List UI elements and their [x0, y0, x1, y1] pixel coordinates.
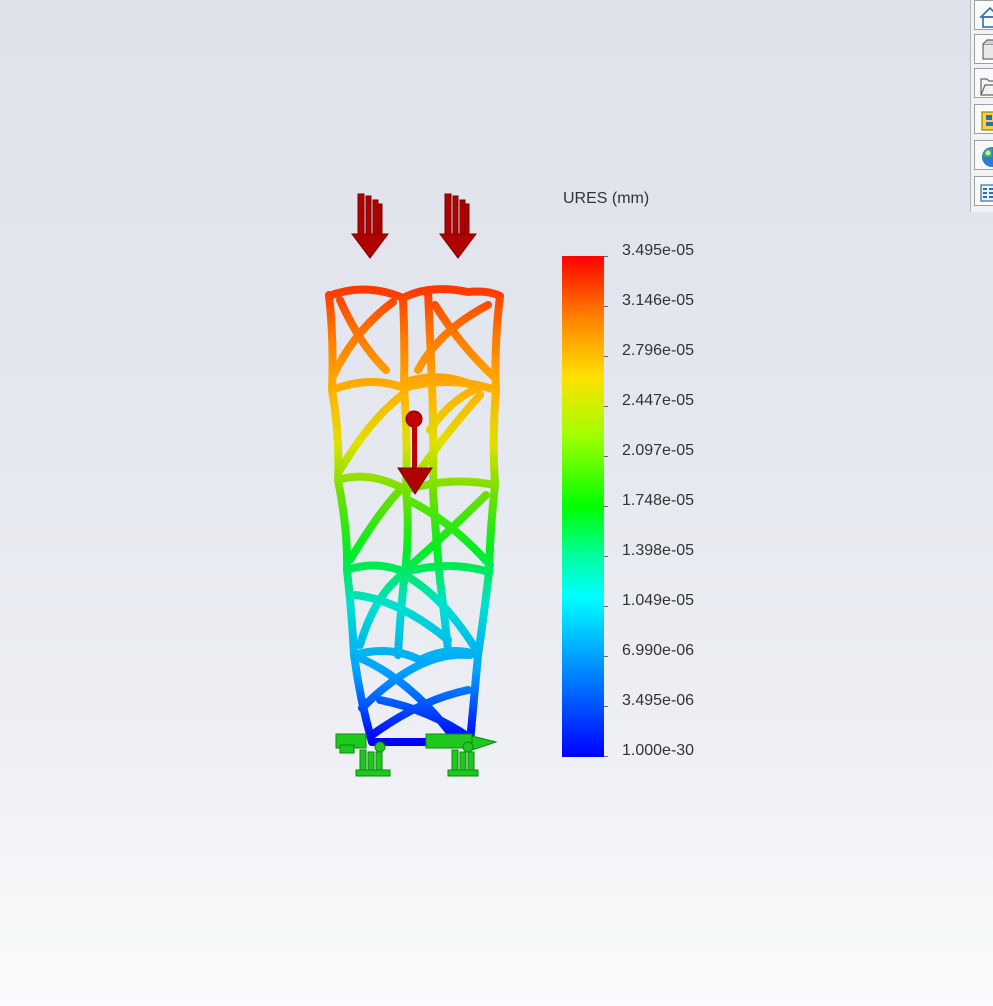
legend-tick	[604, 456, 608, 457]
legend-tick	[604, 306, 608, 307]
3d-parts-icon[interactable]	[974, 34, 993, 64]
graphics-viewport[interactable]: URES (mm) 3.495e-05 3.146e-05 2.796e-05 …	[0, 0, 993, 1006]
legend-tick	[604, 256, 608, 257]
appearances-icon[interactable]	[974, 140, 993, 170]
folder-icon[interactable]	[974, 68, 993, 98]
legend-label: 1.000e-30	[622, 742, 695, 759]
legend-tick	[604, 406, 608, 407]
legend-label: 2.447e-05	[622, 392, 695, 409]
legend-label: 2.796e-05	[622, 342, 695, 359]
custom-properties-icon[interactable]	[974, 176, 993, 206]
legend-tick	[604, 606, 608, 607]
legend-label: 3.495e-06	[622, 692, 695, 709]
legend-tick	[604, 356, 608, 357]
legend-label: 1.049e-05	[622, 592, 695, 609]
legend-tick	[604, 756, 608, 757]
legend-label: 3.495e-05	[622, 242, 695, 259]
fixture-right[interactable]	[425, 733, 498, 777]
legend-tick	[604, 706, 608, 707]
legend-tick	[604, 556, 608, 557]
legend-tick	[604, 506, 608, 507]
legend-label: 6.990e-06	[622, 642, 695, 659]
load-arrow-right[interactable]	[439, 193, 477, 259]
task-pane-tabs	[970, 0, 993, 212]
legend-label: 2.097e-05	[622, 442, 695, 459]
legend-label: 3.146e-05	[622, 292, 695, 309]
legend-label: 1.748e-05	[622, 492, 695, 509]
home-icon[interactable]	[974, 0, 993, 30]
truss-members	[325, 285, 504, 746]
legend-tick	[604, 656, 608, 657]
legend-label: 1.398e-05	[622, 542, 695, 559]
view-palette-icon[interactable]	[974, 104, 993, 134]
legend-title: URES (mm)	[563, 190, 650, 207]
tower-model[interactable]	[0, 0, 993, 1006]
legend-color-bar	[562, 256, 604, 757]
load-arrow-left[interactable]	[351, 193, 389, 259]
